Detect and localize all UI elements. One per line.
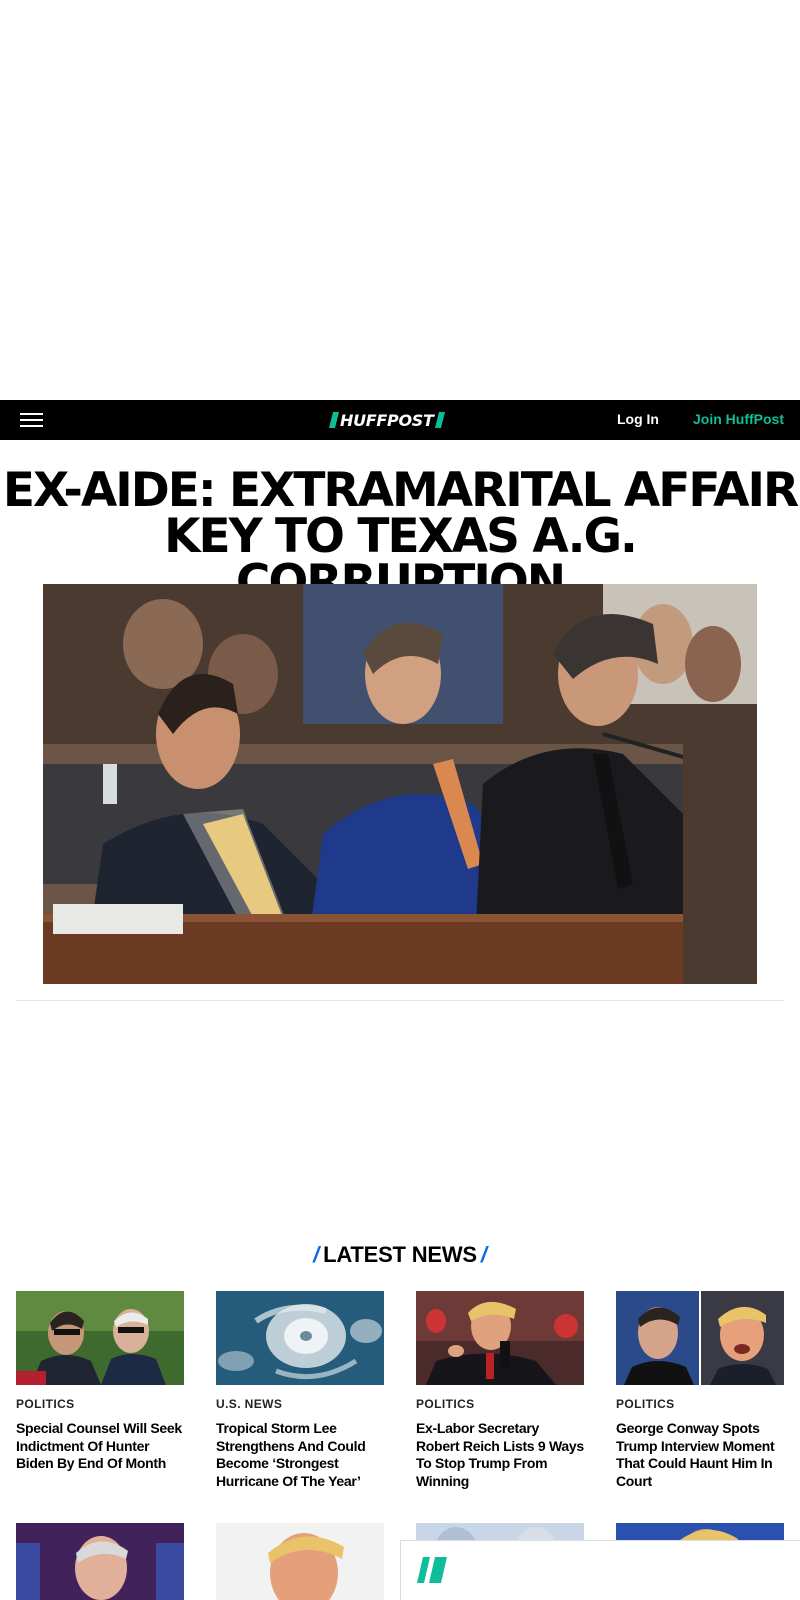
hamburger-menu-icon[interactable] xyxy=(20,412,44,429)
card-title[interactable]: Ex-Labor Secretary Robert Reich Lists 9 … xyxy=(416,1420,584,1490)
join-link[interactable]: Join HuffPost xyxy=(693,411,784,427)
sticky-banner[interactable] xyxy=(400,1540,800,1600)
latest-news-title: LATEST NEWS xyxy=(323,1242,477,1267)
huffpost-logo[interactable]: HUFFPOST xyxy=(329,410,469,430)
card-thumbnail[interactable] xyxy=(416,1291,584,1385)
logo-slash-right xyxy=(434,412,445,428)
huffpost-mark-icon xyxy=(417,1557,447,1583)
card-title[interactable]: George Conway Spots Trump Interview Mome… xyxy=(616,1420,784,1490)
logo-text: HUFFPOST xyxy=(340,410,434,430)
heading-slash-right: / xyxy=(480,1242,487,1267)
heading-slash-left: / xyxy=(313,1242,320,1267)
hero-image[interactable] xyxy=(43,584,757,984)
card-thumbnail[interactable] xyxy=(16,1523,184,1600)
ad-space xyxy=(0,0,800,400)
news-card[interactable]: POLITICS George Conway Spots Trump Inter… xyxy=(616,1291,784,1490)
card-title[interactable]: Tropical Storm Lee Strengthens And Could… xyxy=(216,1420,384,1490)
news-card[interactable]: U.S. NEWS Tropical Storm Lee Strengthens… xyxy=(216,1291,384,1490)
card-thumbnail[interactable] xyxy=(616,1291,784,1385)
card-thumbnail[interactable] xyxy=(216,1291,384,1385)
card-category[interactable]: POLITICS xyxy=(16,1397,184,1411)
card-category[interactable]: U.S. NEWS xyxy=(216,1397,384,1411)
logo-slash-left xyxy=(329,412,339,428)
news-card[interactable]: POLITICS Ex-Labor Secretary Robert Reich… xyxy=(416,1291,584,1490)
card-thumbnail[interactable] xyxy=(216,1523,384,1600)
card-category[interactable]: POLITICS xyxy=(416,1397,584,1411)
news-card[interactable]: POLITICS Special Counsel Will Seek Indic… xyxy=(16,1291,184,1473)
top-navbar: HUFFPOST Log In Join HuffPost xyxy=(0,400,800,440)
latest-news-heading: / LATEST NEWS / xyxy=(0,1242,800,1268)
headline-line-1: EX-AIDE: EXTRAMARITAL AFFAIR xyxy=(2,463,799,518)
card-category[interactable]: POLITICS xyxy=(616,1397,784,1411)
login-link[interactable]: Log In xyxy=(617,411,659,427)
card-thumbnail[interactable] xyxy=(16,1291,184,1385)
section-divider xyxy=(16,1000,784,1001)
card-title[interactable]: Special Counsel Will Seek Indictment Of … xyxy=(16,1420,184,1473)
